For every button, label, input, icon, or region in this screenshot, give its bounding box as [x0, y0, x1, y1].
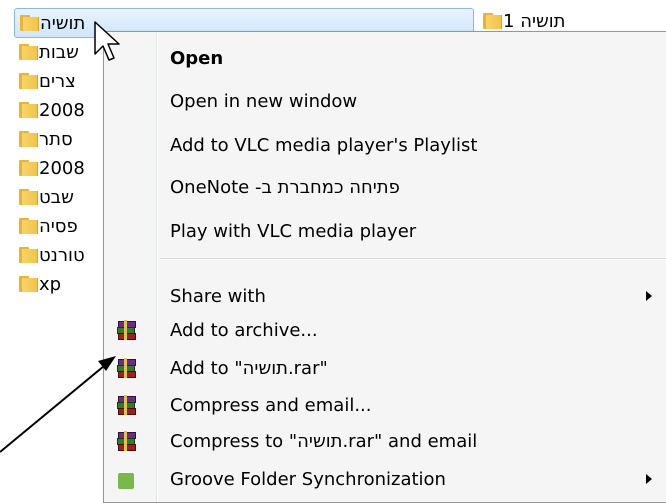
menu-item-label: Share with — [170, 285, 266, 307]
file-label: תושיה — [40, 12, 86, 34]
menu-item-label: Groove Folder Synchronization — [170, 468, 446, 490]
file-label: 2008 — [39, 157, 85, 179]
menu-item-share-with[interactable]: Share with — [104, 280, 666, 312]
file-label: 2008 — [39, 99, 85, 121]
explorer-window: תושיה שבות צרים 2008 סתר 2008 שבט פסיה ט… — [0, 0, 666, 503]
folder-icon — [19, 189, 38, 205]
mouse-cursor-icon — [94, 21, 120, 61]
folder-icon — [19, 160, 38, 176]
menu-item-label: Add to VLC media player's Playlist — [170, 134, 478, 156]
file-label: שבט — [39, 186, 74, 208]
winrar-icon — [116, 358, 136, 378]
menu-item-compress-rar-email[interactable]: Compress to "תושיה.rar" and email — [104, 425, 666, 457]
folder-icon — [20, 15, 39, 31]
folder-icon — [19, 44, 38, 60]
menu-item-label: Compress to "תושיה.rar" and email — [170, 430, 478, 452]
folder-icon — [19, 73, 38, 89]
menu-item-open[interactable]: Open — [104, 42, 666, 74]
menu-separator — [160, 258, 666, 260]
menu-item-onenote[interactable]: פתיחה כמחברת ב- OneNote — [104, 171, 666, 203]
menu-item-label: Open in new window — [170, 90, 358, 112]
menu-item-open-new-window[interactable]: Open in new window — [104, 85, 666, 117]
menu-item-label: Add to archive... — [170, 319, 318, 341]
menu-item-label: Add to "תושיה.rar" — [170, 357, 328, 379]
folder-icon — [19, 247, 38, 263]
file-label: טורנט — [39, 244, 85, 266]
menu-item-label: פתיחה כמחברת ב- OneNote — [170, 176, 400, 198]
winrar-icon — [116, 395, 136, 415]
menu-item-add-to-rar[interactable]: Add to "תושיה.rar" — [104, 352, 666, 384]
menu-item-label: Open — [170, 47, 224, 69]
groove-icon — [116, 469, 136, 489]
submenu-arrow-icon — [646, 291, 652, 301]
winrar-icon — [116, 431, 136, 451]
file-label: סתר — [39, 128, 73, 150]
menu-item-label: Compress and email... — [170, 394, 372, 416]
menu-item-play-vlc[interactable]: Play with VLC media player — [104, 215, 666, 247]
menu-item-compress-email[interactable]: Compress and email... — [104, 389, 666, 421]
winrar-icon — [116, 320, 136, 340]
file-label: xp — [39, 273, 62, 295]
folder-icon — [19, 276, 38, 292]
folder-icon — [483, 13, 502, 29]
folder-icon — [19, 131, 38, 147]
folder-icon — [19, 102, 38, 118]
menu-item-add-archive[interactable]: Add to archive... — [104, 314, 666, 346]
right-folder-label: 1 תושיה — [503, 10, 566, 32]
context-menu: Open Open in new window Add to VLC media… — [103, 31, 666, 503]
menu-item-add-vlc-playlist[interactable]: Add to VLC media player's Playlist — [104, 129, 666, 161]
folder-icon — [19, 218, 38, 234]
submenu-arrow-icon — [646, 474, 652, 484]
file-label: צרים — [39, 70, 76, 92]
file-label: שבות — [39, 41, 79, 63]
file-label: פסיה — [39, 215, 78, 237]
menu-item-label: Play with VLC media player — [170, 220, 417, 242]
menu-item-groove[interactable]: Groove Folder Synchronization — [104, 463, 666, 495]
